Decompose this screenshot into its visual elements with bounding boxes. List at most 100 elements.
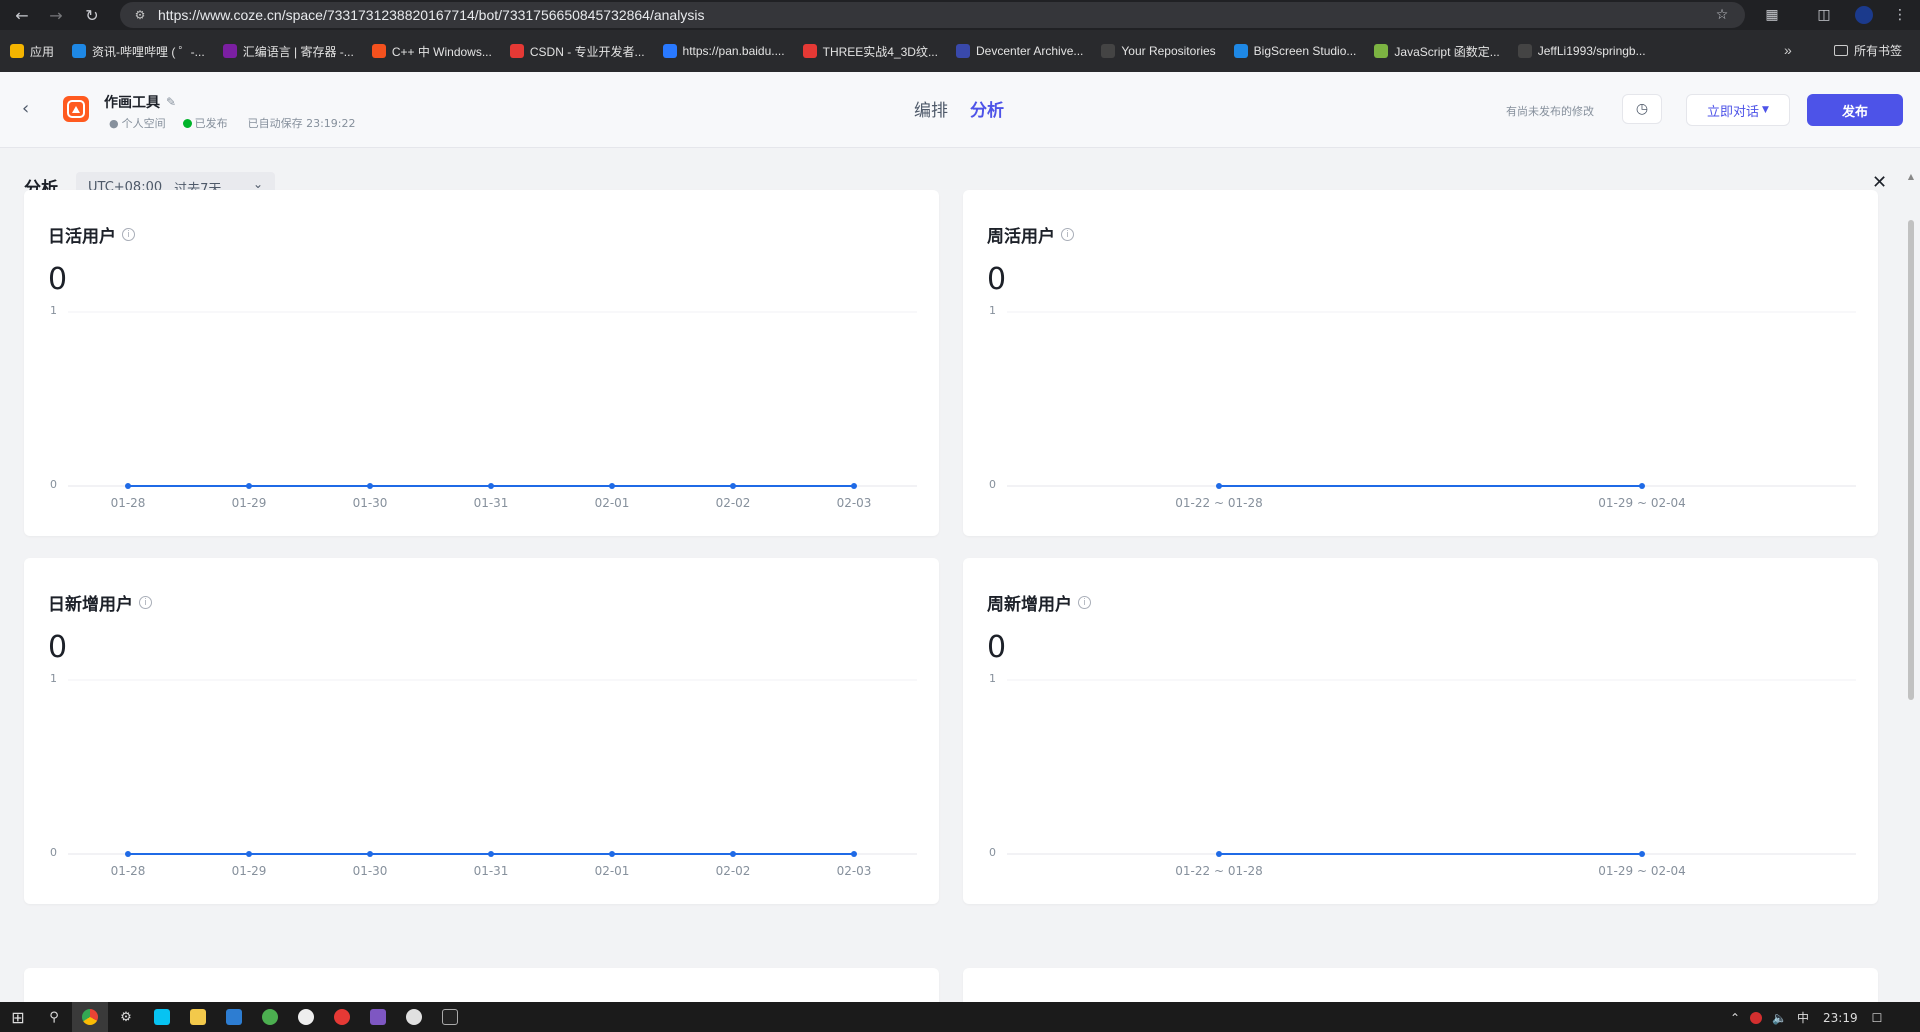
publish-button[interactable]: 发布 [1807,94,1903,126]
pycharm-icon[interactable] [432,1002,468,1032]
bookmark-label: Your Repositories [1121,44,1216,58]
bookmark-favicon-icon [1517,44,1532,58]
file-explorer-icon[interactable] [180,1002,216,1032]
data-point[interactable] [1216,483,1222,489]
history-icon[interactable]: ◷ [1622,94,1662,124]
data-point[interactable] [730,483,736,489]
url-text: https://www.coze.cn/space/73317312388201… [158,7,705,23]
data-point[interactable] [246,851,252,857]
os-taskbar: ⊞ ⚲ ⚙ ⌃ 🔈 中 23:19 ☐ [0,1002,1920,1032]
bookmark-item[interactable]: JavaScript 函数定... [1374,43,1500,60]
x-tick-label: 01-28 [110,496,146,510]
x-tick-label: 01-22 ~ 01-28 [1175,496,1263,510]
settings-icon[interactable]: ⚙ [108,1002,144,1032]
browser-alt-icon[interactable] [252,1002,288,1032]
back-arrow-icon[interactable]: ← [8,1,36,29]
line-chart [68,311,917,489]
tray-expand-icon[interactable]: ⌃ [1730,1011,1740,1025]
x-tick-label: 01-31 [473,864,509,878]
caret-down-icon: ▼ [1762,105,1769,115]
bookmark-favicon-icon [955,44,970,58]
data-point[interactable] [609,851,615,857]
notification-icon[interactable]: ☐ [1872,1011,1883,1025]
star-icon[interactable]: ☆ [1710,3,1734,27]
back-chevron-icon[interactable]: ‹ [22,98,29,119]
tab-analysis[interactable]: 分析 [970,96,1004,121]
side-panel-icon[interactable]: ◫ [1812,3,1836,27]
all-bookmarks[interactable]: 所有书签 [1834,42,1902,59]
data-point[interactable] [367,851,373,857]
volume-icon[interactable]: 🔈 [1772,1011,1787,1025]
extensions-icon[interactable]: ▦ [1760,3,1784,27]
bookmark-item[interactable]: C++ 中 Windows... [371,43,492,60]
data-point[interactable] [125,483,131,489]
windows-start-icon[interactable]: ⊞ [0,1002,36,1032]
x-tick-label: 02-01 [594,864,630,878]
ime-indicator[interactable]: 中 [1797,1009,1809,1026]
site-settings-icon[interactable]: ⚙ [132,7,148,23]
data-point[interactable] [367,483,373,489]
bookmark-favicon-icon [802,44,817,58]
webstorm-icon[interactable] [144,1002,180,1032]
tab-arrange[interactable]: 编排 [914,96,948,121]
menu-dots-icon[interactable]: ⋮ [1888,3,1912,27]
bookmark-item[interactable]: https://pan.baidu.... [662,44,785,58]
bot-avatar [63,96,89,122]
x-tick-label: 01-29 ~ 02-04 [1598,496,1686,510]
profile-avatar[interactable] [1852,3,1876,27]
reload-icon[interactable]: ↻ [78,1,106,29]
edit-icon[interactable]: ✎ [166,95,176,109]
bookmark-item[interactable]: 资讯-哔哩哔哩 ( ゜-... [72,43,205,60]
x-tick-label: 01-28 [110,864,146,878]
data-point[interactable] [609,483,615,489]
page-scrollbar[interactable]: ▲ [1906,172,1916,1002]
chat-now-button[interactable]: 立即对话 ▼ [1686,94,1790,126]
bookmark-item[interactable]: JeffLi1993/springb... [1517,44,1646,58]
x-tick-label: 02-02 [715,864,751,878]
app-purple-icon[interactable] [360,1002,396,1032]
data-point[interactable] [851,483,857,489]
address-bar[interactable]: ⚙ https://www.coze.cn/space/733173123882… [120,2,1745,28]
analysis-page: 分析 UTC+08:00 过去7天 ⌄ ✕ 日活用户 i 0 1 0 01-28 01-29… [0,148,1920,1002]
forward-arrow-icon[interactable]: → [42,1,70,29]
bookmark-item[interactable]: BigScreen Studio... [1233,44,1357,58]
data-point[interactable] [1639,483,1645,489]
wechat-icon[interactable] [396,1002,432,1032]
scrollbar-thumb[interactable] [1908,220,1914,700]
bot-name: 作画工具 [104,95,160,111]
metric-card: 日活用户 i 0 1 0 01-28 01-29 01-30 01-31 02-01 02-02 02… [24,190,939,536]
bookmark-label: Devcenter Archive... [975,44,1084,58]
data-point[interactable] [851,851,857,857]
qq-icon[interactable] [288,1002,324,1032]
data-point[interactable] [488,483,494,489]
line-chart [1007,679,1856,857]
bookmark-item[interactable]: 应用 [10,43,54,60]
bookmark-favicon-icon [509,44,524,58]
bookmark-label: JavaScript 函数定... [1394,44,1500,59]
data-point[interactable] [730,851,736,857]
bookmark-item[interactable]: CSDN - 专业开发者... [509,43,645,60]
app-red-icon[interactable] [324,1002,360,1032]
terminal-icon[interactable] [216,1002,252,1032]
bookmark-item[interactable]: 汇编语言 | 寄存器 -... [222,43,354,60]
user-icon: ● [109,116,119,130]
bookmarks-overflow-icon[interactable]: » [1784,42,1792,58]
data-point[interactable] [1216,851,1222,857]
search-icon[interactable]: ⚲ [36,1002,72,1032]
data-point[interactable] [246,483,252,489]
bookmark-item[interactable]: THREE实战4_3D纹... [802,43,938,60]
bookmark-item[interactable]: Devcenter Archive... [955,44,1084,58]
tray-app-icon[interactable] [1750,1011,1763,1024]
bookmark-item[interactable]: Your Repositories [1101,44,1216,58]
unpublished-note: 有尚未发布的修改 [1506,105,1594,118]
bookmark-label: BigScreen Studio... [1253,44,1357,58]
bookmark-label: 应用 [30,44,55,59]
data-point[interactable] [488,851,494,857]
data-point[interactable] [125,851,131,857]
bookmarks-bar: 应用 资讯-哔哩哔哩 ( ゜-... 汇编语言 | 寄存器 -... C++ 中 Wi… [0,30,1920,72]
chrome-icon[interactable] [72,1002,108,1032]
data-point[interactable] [1639,851,1645,857]
all-bookmarks-label: 所有书签 [1854,44,1903,58]
bookmark-label: 汇编语言 | 寄存器 -... [242,44,354,59]
clock[interactable]: 23:19 [1823,1011,1858,1025]
